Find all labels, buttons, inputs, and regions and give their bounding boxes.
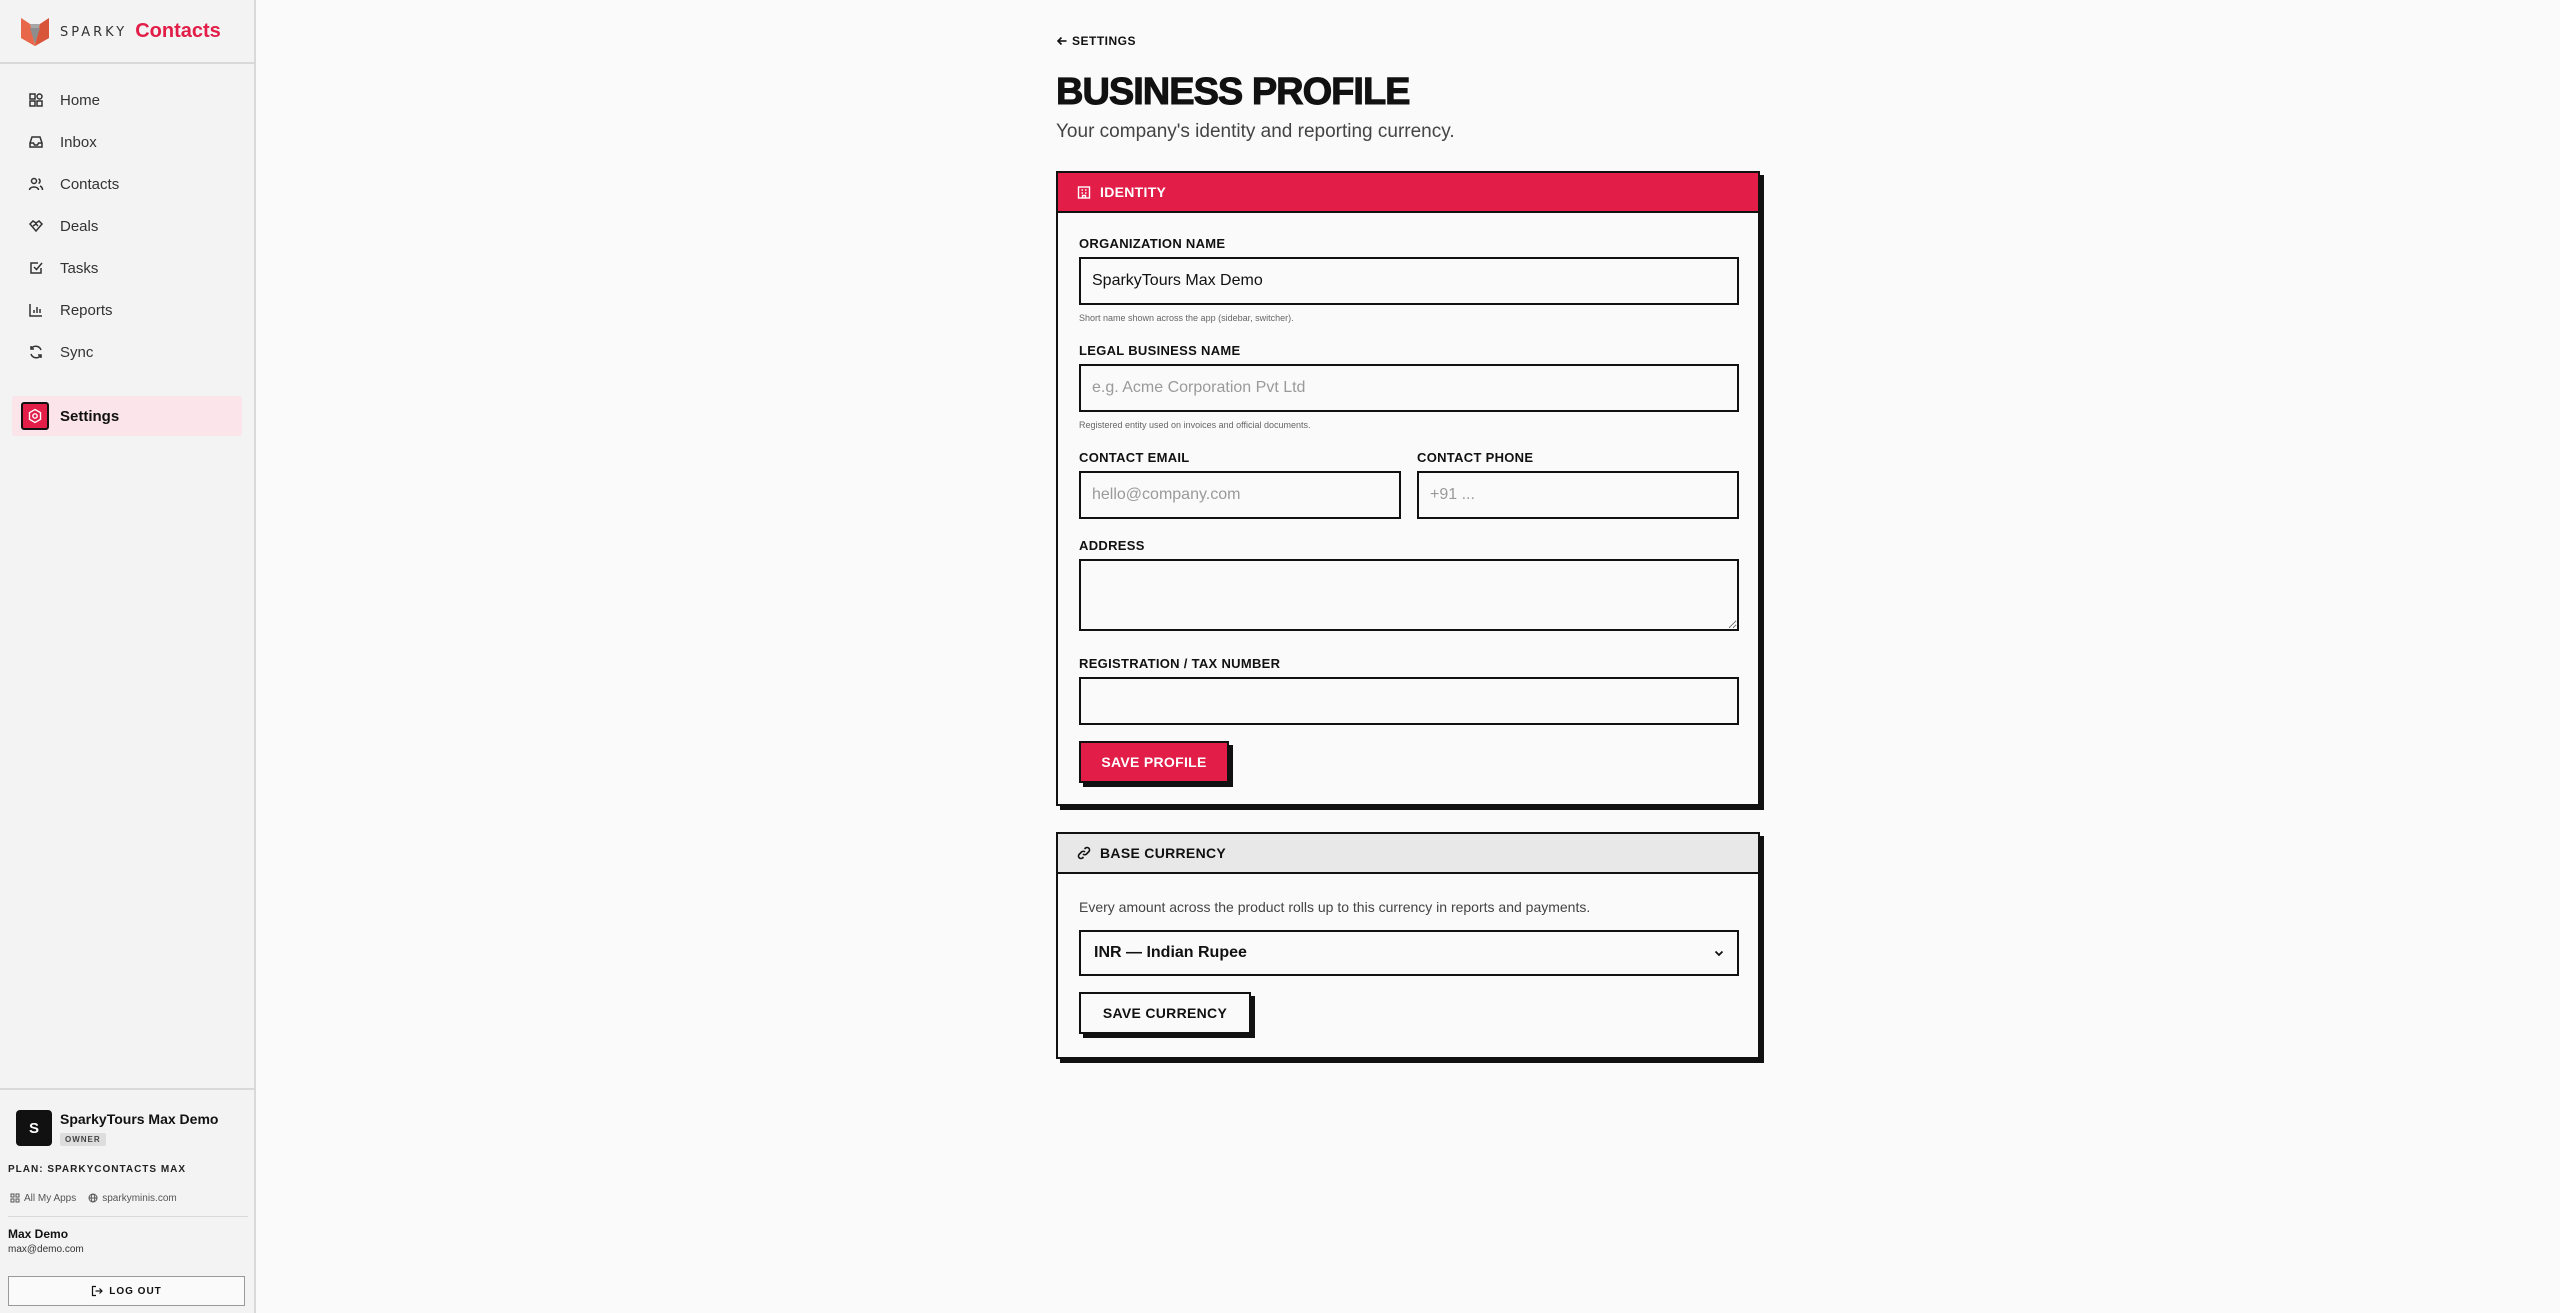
logout-label: LOG OUT <box>109 1285 162 1297</box>
site-label: sparkyminis.com <box>102 1192 177 1204</box>
tax-number-label: REGISTRATION / TAX NUMBER <box>1079 656 1281 671</box>
plan-label: PLAN: SPARKYCONTACTS MAX <box>8 1164 187 1175</box>
contact-phone-label: CONTACT PHONE <box>1417 450 1534 465</box>
currency-selected-value: INR — Indian Rupee <box>1094 944 1247 961</box>
brand-sparky: SPARKY <box>60 25 128 40</box>
footer-links: All My Apps sparkyminis.com <box>0 1190 256 1206</box>
chevron-down-icon <box>1714 950 1724 957</box>
refresh-icon <box>28 344 44 360</box>
role-badge: OWNER <box>60 1133 106 1146</box>
org-name-input[interactable] <box>1079 257 1739 305</box>
contact-email-input[interactable] <box>1079 471 1401 519</box>
legal-name-input[interactable] <box>1079 364 1739 412</box>
bar-chart-icon <box>28 302 44 318</box>
user-name: Max Demo <box>8 1227 69 1241</box>
nav-label: Home <box>60 91 101 109</box>
back-label: SETTINGS <box>1072 34 1137 48</box>
checkbox-icon <box>28 260 44 276</box>
grid-icon <box>10 1193 20 1203</box>
currency-card-title: BASE CURRENCY <box>1100 845 1227 861</box>
logout-icon <box>92 1285 104 1297</box>
nav-item-tasks[interactable]: Tasks <box>12 247 242 289</box>
building-icon <box>1077 186 1091 199</box>
sidebar: SPARKY Contacts Home Inbox Contacts Deal… <box>0 0 256 1313</box>
brand[interactable]: SPARKY Contacts <box>0 0 254 64</box>
org-name-label: ORGANIZATION NAME <box>1079 236 1226 251</box>
fox-logo-icon <box>21 18 49 46</box>
currency-select[interactable]: INR — Indian Rupee <box>1079 930 1739 976</box>
save-profile-button[interactable]: SAVE PROFILE <box>1079 741 1229 783</box>
nav-label: Reports <box>60 301 113 319</box>
org-name-hint: Short name shown across the app (sidebar… <box>1079 313 1294 323</box>
settings-icon <box>21 402 49 430</box>
user-block: Max Demo max@demo.com <box>8 1216 248 1255</box>
nav-label: Sync <box>60 343 94 361</box>
nav: Home Inbox Contacts Deals Tasks Reports … <box>12 79 242 373</box>
legal-name-hint: Registered entity used on invoices and o… <box>1079 420 1311 430</box>
sidebar-footer: S SparkyTours Max Demo OWNER PLAN: SPARK… <box>0 1088 256 1306</box>
identity-card-title: IDENTITY <box>1100 184 1167 200</box>
arrow-left-icon <box>1056 36 1067 46</box>
globe-icon <box>88 1193 98 1203</box>
nav-label: Contacts <box>60 175 120 193</box>
users-icon <box>28 176 44 192</box>
nav-label: Tasks <box>60 259 99 277</box>
logout-button[interactable]: LOG OUT <box>8 1276 245 1306</box>
nav-item-settings[interactable]: Settings <box>12 396 242 436</box>
nav-label: Deals <box>60 217 99 235</box>
save-currency-button[interactable]: SAVE CURRENCY <box>1079 992 1251 1034</box>
currency-card-header: BASE CURRENCY <box>1058 834 1758 874</box>
link-icon <box>1077 846 1091 860</box>
identity-card: IDENTITY ORGANIZATION NAME Short name sh… <box>1056 171 1760 806</box>
all-apps-label: All My Apps <box>24 1192 77 1204</box>
address-textarea[interactable] <box>1079 559 1739 631</box>
site-link[interactable]: sparkyminis.com <box>88 1192 177 1204</box>
home-icon <box>28 92 44 108</box>
user-email: max@demo.com <box>8 1244 84 1255</box>
all-apps-link[interactable]: All My Apps <box>10 1193 76 1204</box>
inbox-icon <box>28 134 44 150</box>
page-subtitle: Your company's identity and reporting cu… <box>1056 121 1455 142</box>
contact-phone-input[interactable] <box>1417 471 1739 519</box>
tax-number-input[interactable] <box>1079 677 1739 725</box>
nav-label: Settings <box>60 407 120 425</box>
nav-item-sync[interactable]: Sync <box>12 331 242 373</box>
back-to-settings-link[interactable]: SETTINGS <box>1056 34 1136 48</box>
currency-card: BASE CURRENCY Every amount across the pr… <box>1056 832 1760 1059</box>
nav-label: Inbox <box>60 133 97 151</box>
nav-item-inbox[interactable]: Inbox <box>12 121 242 163</box>
nav-item-reports[interactable]: Reports <box>12 289 242 331</box>
nav-item-deals[interactable]: Deals <box>12 205 242 247</box>
currency-description: Every amount across the product rolls up… <box>1079 899 1591 915</box>
page-title: BUSINESS PROFILE <box>1056 71 1411 114</box>
nav-item-contacts[interactable]: Contacts <box>12 163 242 205</box>
contact-email-label: CONTACT EMAIL <box>1079 450 1190 465</box>
org-avatar: S <box>16 1110 52 1146</box>
org-switcher[interactable]: S SparkyTours Max Demo OWNER <box>0 1090 256 1147</box>
brand-product: Contacts <box>135 19 221 42</box>
nav-item-home[interactable]: Home <box>12 79 242 121</box>
org-name: SparkyTours Max Demo <box>60 1111 219 1127</box>
address-label: ADDRESS <box>1079 538 1145 553</box>
legal-name-label: LEGAL BUSINESS NAME <box>1079 343 1241 358</box>
identity-card-header: IDENTITY <box>1058 173 1758 213</box>
handshake-icon <box>28 218 44 234</box>
